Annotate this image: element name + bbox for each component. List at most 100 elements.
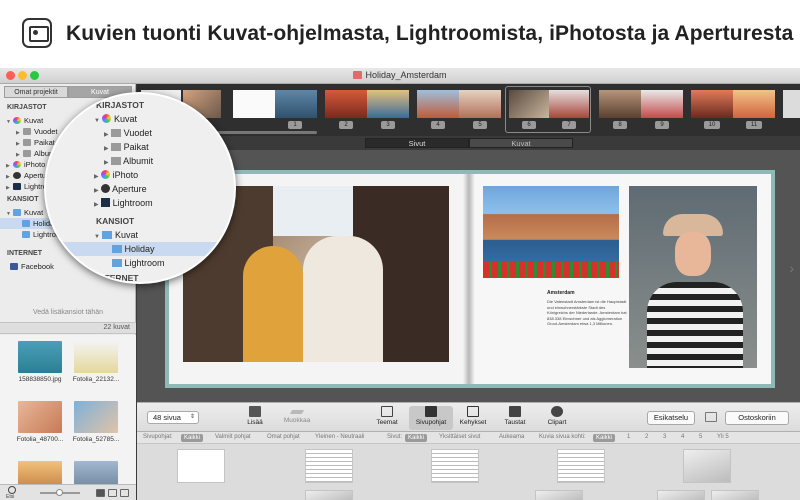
disclosure-closed-icon[interactable]: ▶: [94, 174, 99, 180]
zoom-item-albums[interactable]: ▶ Albumit: [104, 156, 153, 166]
layout-template[interactable]: [657, 490, 705, 500]
layouts-button[interactable]: Sivupohjat: [409, 406, 453, 430]
filter-own-layouts[interactable]: Omat pohjat: [267, 434, 300, 440]
layout-template[interactable]: [305, 490, 353, 500]
disclosure-closed-icon[interactable]: ▶: [104, 132, 109, 138]
grid-view-icon[interactable]: [96, 489, 105, 497]
sidebar-item-facebook[interactable]: Facebook: [10, 261, 54, 272]
photo-thumbnail[interactable]: [74, 461, 118, 484]
photo-thumbnail[interactable]: [18, 341, 62, 373]
frames-button[interactable]: Kehykset: [451, 406, 495, 426]
filter-all-layouts[interactable]: Kaikki: [181, 434, 204, 442]
strip-page-9[interactable]: [641, 90, 683, 118]
edit-button[interactable]: Muokkaa: [275, 406, 319, 424]
layout-template[interactable]: [557, 449, 605, 483]
strip-page-11[interactable]: [733, 90, 775, 118]
disclosure-closed-icon[interactable]: ▶: [94, 202, 99, 208]
strip-page-3[interactable]: [367, 90, 409, 118]
filter-all-photo-counts[interactable]: Kaikki: [593, 434, 616, 442]
clipart-button[interactable]: Clipart: [535, 406, 579, 426]
page-count-select[interactable]: 48 sivua ⇕: [147, 411, 199, 424]
text-frame-title: Amsterdam: [547, 290, 575, 296]
filter-spread[interactable]: Aukeama: [499, 434, 524, 440]
disclosure-open-icon[interactable]: ▼: [94, 234, 100, 240]
tab-pages[interactable]: Sivut: [365, 138, 469, 148]
tab-photos-view[interactable]: Kuvat: [469, 138, 573, 148]
filter-count-3[interactable]: 3: [663, 434, 666, 440]
disclosure-closed-icon[interactable]: ▶: [6, 183, 13, 194]
add-button[interactable]: Lisää: [233, 406, 277, 426]
page-number: 4: [431, 121, 445, 129]
strip-page-1-photo[interactable]: [275, 90, 317, 118]
layout-template[interactable]: [177, 449, 225, 483]
tab-own-projects[interactable]: Omat projektit: [4, 86, 68, 98]
page-number: 5: [473, 121, 487, 129]
zoom-item-photos[interactable]: ▼ Kuvat: [94, 114, 137, 124]
zoom-item-places[interactable]: ▶ Paikat: [104, 142, 149, 152]
disclosure-closed-icon[interactable]: ▶: [104, 160, 109, 166]
zoom-item-years[interactable]: ▶ Vuodet: [104, 128, 152, 138]
photo-amsterdam-canal[interactable]: [483, 186, 619, 278]
strip-scrollbar[interactable]: [217, 131, 317, 134]
photo-thumbnail[interactable]: [74, 401, 118, 433]
layout-template[interactable]: [305, 449, 353, 483]
text-frame[interactable]: Amsterdam Die Vatenstadt Amsterdam ist d…: [547, 290, 627, 327]
zoom-item-aperture[interactable]: ▶ Aperture: [94, 184, 147, 194]
layout-template[interactable]: [711, 490, 759, 500]
filter-all-pages[interactable]: Kaikki: [405, 434, 428, 442]
cart-icon[interactable]: [705, 412, 717, 422]
filter-count-1[interactable]: 1: [627, 434, 630, 440]
filter-count-4[interactable]: 4: [681, 434, 684, 440]
add-to-cart-button[interactable]: Ostoskoriin: [725, 411, 789, 425]
filter-count-5[interactable]: 5: [699, 434, 702, 440]
zoom-item-lightroom[interactable]: ▶ Lightroom: [94, 198, 153, 208]
preview-button[interactable]: Esikatselu: [647, 411, 695, 425]
photo-thumbnail[interactable]: [18, 401, 62, 433]
backgrounds-button[interactable]: Taustat: [493, 406, 537, 426]
strip-page-4[interactable]: [417, 90, 459, 118]
zoom-folder-holiday[interactable]: Holiday: [46, 242, 234, 256]
filter-general-neutral[interactable]: Yleinen - Neutraali: [315, 434, 364, 440]
headline-title: Kuvien tuonti Kuvat-ohjelmasta, Lightroo…: [66, 22, 794, 45]
stepper-icon: ⇕: [189, 414, 195, 420]
disclosure-open-icon[interactable]: ▼: [6, 117, 13, 128]
search-icon[interactable]: [8, 486, 16, 494]
layout-template[interactable]: [535, 490, 583, 500]
photo-thumbnail[interactable]: [18, 461, 62, 484]
sidebar-item-iphoto[interactable]: ▶ iPhoto: [6, 159, 45, 170]
themes-button[interactable]: Teemat: [365, 406, 409, 426]
zoom-item-iphoto[interactable]: ▶ iPhoto: [94, 170, 138, 180]
next-spread-arrow-icon[interactable]: ›: [789, 260, 794, 276]
add-icon: [249, 406, 261, 417]
filter-count-2[interactable]: 2: [645, 434, 648, 440]
strip-page-2[interactable]: [325, 90, 367, 118]
strip-page-7[interactable]: [549, 90, 589, 118]
photo-woman-hat[interactable]: [629, 186, 757, 368]
layout-template[interactable]: [431, 449, 479, 483]
strip-page-6[interactable]: [509, 90, 549, 118]
layout-template[interactable]: [683, 449, 731, 483]
strip-page-1[interactable]: [233, 90, 275, 118]
zoom-folder-lightroom[interactable]: Lightroom: [112, 258, 165, 268]
right-page[interactable]: Amsterdam Die Vatenstadt Amsterdam ist d…: [469, 174, 771, 384]
flowers-shape: [483, 262, 619, 278]
sidebar-item-years[interactable]: ▶ Vuodet: [16, 126, 58, 137]
filter-single-pages[interactable]: Yksittäiset sivut: [439, 434, 480, 440]
disclosure-open-icon[interactable]: ▼: [94, 118, 100, 124]
disclosure-closed-icon[interactable]: ▶: [104, 146, 109, 152]
disclosure-closed-icon[interactable]: ▶: [94, 188, 99, 194]
slider-knob[interactable]: [56, 489, 63, 496]
sidebar-item-photos[interactable]: ▼ Kuvat: [6, 115, 43, 126]
detail-view-icon[interactable]: [120, 489, 129, 497]
zoom-folder-photos[interactable]: ▼ Kuvat: [94, 230, 138, 240]
filter-ready-layouts[interactable]: Valmiit pohjat: [215, 434, 251, 440]
list-view-icon[interactable]: [108, 489, 117, 497]
photo-thumbnail[interactable]: [74, 341, 118, 373]
strip-page-12[interactable]: [783, 90, 800, 118]
sidebar-item-places[interactable]: ▶ Paikat: [16, 137, 55, 148]
strip-page-10[interactable]: [691, 90, 733, 118]
filter-count-over-5[interactable]: Yli 5: [717, 434, 729, 440]
sidebar-folder-photos[interactable]: ▼ Kuvat: [6, 207, 43, 218]
strip-page-5[interactable]: [459, 90, 501, 118]
strip-page-8[interactable]: [599, 90, 641, 118]
